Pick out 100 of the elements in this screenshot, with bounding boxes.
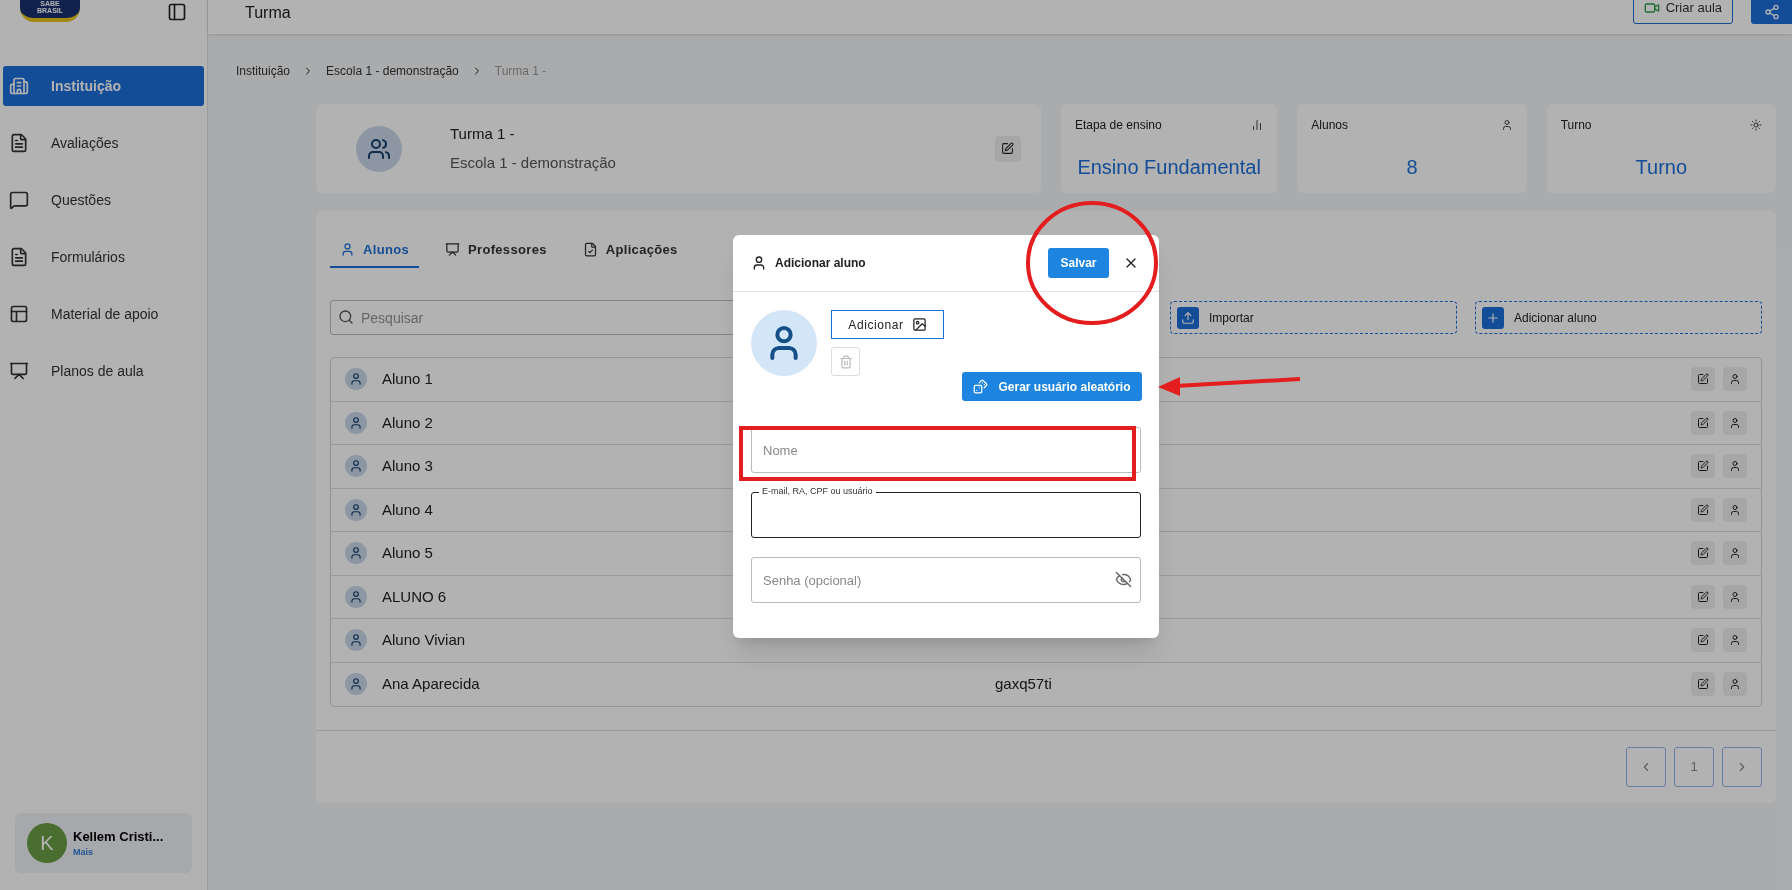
tab[interactable]: Aplicações [572, 233, 688, 268]
sidebar-item[interactable]: Material de apoio [3, 294, 204, 334]
edit-button[interactable] [1691, 497, 1715, 522]
action-button[interactable]: Importar [1170, 301, 1457, 334]
edit-button[interactable] [1691, 454, 1715, 479]
group-icon [367, 136, 391, 161]
trash-icon [838, 354, 853, 369]
user-avatar: K [27, 823, 67, 863]
checked-document-icon [582, 242, 598, 257]
user-name: Kellem Cristi... [73, 827, 164, 846]
sidebar-item[interactable]: Questões [3, 180, 204, 220]
student-username: gaxq57ti [995, 674, 1052, 694]
edit-icon [1697, 634, 1709, 647]
student-name: Aluno 3 [382, 457, 433, 475]
edit-button[interactable] [1691, 584, 1715, 609]
plus-icon [1486, 310, 1500, 325]
person-icon [340, 242, 355, 257]
person-icon [1729, 460, 1741, 473]
sun-icon [1750, 119, 1762, 131]
share-icon [1763, 4, 1780, 20]
student-name: Aluno 4 [382, 500, 433, 518]
profile-button[interactable] [1723, 454, 1747, 479]
user-card[interactable]: K Kellem Cristi... Mais [15, 813, 192, 873]
input-field[interactable]: Senha (opcional) [751, 557, 1141, 603]
document-icon [9, 247, 29, 267]
add-photo-button[interactable]: Adicionar [831, 310, 944, 339]
search-icon [338, 309, 354, 325]
breadcrumb-item[interactable]: Instituição [236, 62, 291, 80]
class-title: Turma 1 - [450, 124, 516, 144]
sidebar-item[interactable]: Avaliações [3, 123, 204, 163]
edit-button[interactable] [1691, 367, 1715, 392]
person-icon [751, 255, 767, 271]
sidebar-item[interactable]: Formulários [3, 237, 204, 277]
sidebar-item[interactable]: Instituição [3, 66, 204, 106]
random-user-button[interactable]: Gerar usuário aleatório [962, 372, 1142, 401]
edit-button[interactable] [1691, 628, 1715, 653]
edit-button[interactable] [994, 135, 1021, 162]
sidebar-toggle-icon[interactable] [167, 2, 187, 22]
student-row[interactable]: Ana Aparecida gaxq57ti [331, 662, 1761, 706]
person-icon [1729, 503, 1741, 516]
breadcrumb-item[interactable]: Escola 1 - demonstração [326, 62, 459, 80]
presentation-icon [445, 242, 460, 257]
page-title: Turma [245, 3, 291, 23]
dice-icon [973, 379, 989, 394]
profile-button[interactable] [1723, 497, 1747, 522]
layout-icon [9, 304, 29, 324]
field-label: E-mail, RA, CPF ou usuário [759, 485, 876, 499]
edit-button[interactable] [1691, 410, 1715, 435]
tab[interactable]: Alunos [330, 233, 419, 268]
edit-icon [1697, 590, 1709, 603]
upload-icon [1181, 310, 1195, 325]
share-button[interactable] [1751, 0, 1792, 24]
person-icon [1729, 416, 1741, 429]
profile-button[interactable] [1723, 410, 1747, 435]
student-name: Aluno 1 [382, 370, 433, 388]
edit-icon [1697, 503, 1709, 516]
bar-chart-icon [1251, 119, 1264, 131]
presentation-icon [9, 361, 29, 381]
profile-button[interactable] [1723, 541, 1747, 566]
person-icon [1500, 119, 1513, 131]
save-button[interactable]: Salvar [1048, 248, 1109, 278]
edit-button[interactable] [1691, 541, 1715, 566]
create-lesson-button[interactable]: Criar aula [1632, 0, 1733, 24]
modal-title: Adicionar aluno [775, 255, 866, 272]
person-icon [1729, 547, 1741, 560]
profile-button[interactable] [1723, 584, 1747, 609]
stat-label: Etapa de ensino [1074, 117, 1162, 134]
stat-value: Turno [1634, 155, 1689, 180]
profile-button[interactable] [1723, 628, 1747, 653]
input-field[interactable]: Nome [751, 427, 1141, 473]
edit-button[interactable] [1691, 672, 1715, 697]
edit-icon [1697, 416, 1709, 429]
tab[interactable]: Professores [435, 233, 557, 268]
document-icon [9, 133, 29, 153]
building-icon [9, 76, 29, 96]
sidebar-item[interactable]: Planos de aula [3, 351, 204, 391]
class-school: Escola 1 - demonstração [450, 152, 617, 173]
chat-icon [9, 190, 29, 210]
stat-value: 8 [1405, 155, 1419, 180]
edit-icon [1697, 678, 1709, 691]
stat-label: Turno [1560, 117, 1592, 134]
student-name: ALUNO 6 [382, 587, 447, 605]
action-button[interactable]: Adicionar aluno [1475, 301, 1762, 334]
stat-label: Alunos [1311, 117, 1348, 134]
video-camera-icon [1643, 0, 1660, 16]
student-name: Aluno 5 [382, 544, 433, 562]
profile-button[interactable] [1723, 367, 1747, 392]
student-name: Aluno Vivian [382, 631, 466, 649]
edit-icon [1697, 547, 1709, 560]
hidden-eye-icon[interactable] [1115, 571, 1132, 588]
student-name: Ana Aparecida [382, 675, 480, 693]
student-name: Aluno 2 [382, 413, 433, 431]
edit-icon [1697, 460, 1709, 473]
profile-button[interactable] [1723, 672, 1747, 697]
breadcrumb-item: Turma 1 - [494, 63, 547, 80]
person-icon [1729, 373, 1741, 386]
person-icon [1729, 590, 1741, 603]
edit-icon [1697, 373, 1709, 386]
stat-value: Ensino Fundamental [1076, 155, 1262, 180]
image-icon [911, 317, 927, 332]
